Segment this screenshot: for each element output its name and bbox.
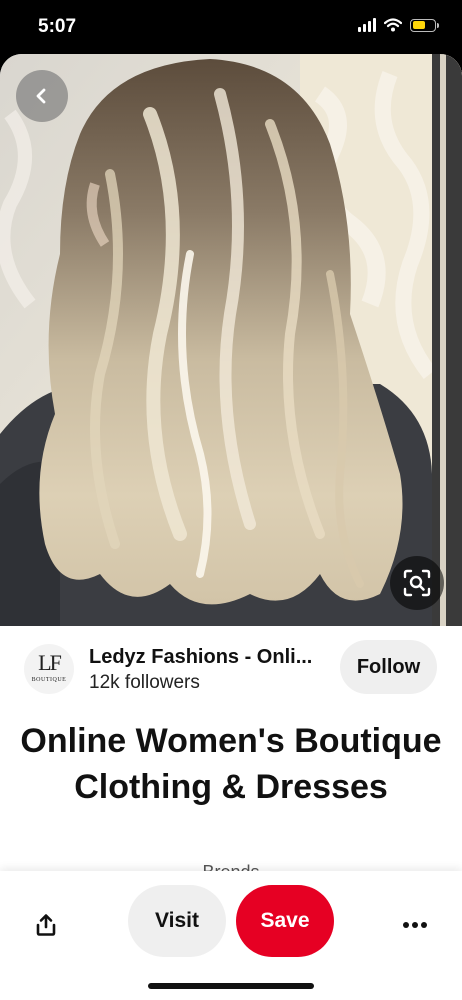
share-button[interactable] — [30, 909, 62, 941]
status-bar: 5:07 — [0, 0, 462, 56]
action-bar: Visit Save — [0, 871, 462, 1000]
cellular-signal-icon — [358, 18, 376, 32]
creator-followers: 12k followers — [89, 672, 200, 693]
visual-search-icon — [403, 569, 431, 597]
share-icon — [36, 914, 56, 936]
avatar-subtext: BOUTIQUE — [31, 677, 67, 683]
creator-name[interactable]: Ledyz Fashions - Onli... — [89, 646, 335, 669]
pin-card: LF BOUTIQUE Ledyz Fashions - Onli... 12k… — [0, 54, 462, 1000]
save-button[interactable]: Save — [236, 885, 334, 957]
back-button[interactable] — [16, 70, 68, 122]
status-icons — [358, 18, 439, 32]
follow-button[interactable]: Follow — [340, 640, 437, 694]
battery-icon — [410, 18, 439, 32]
status-time: 5:07 — [38, 16, 77, 37]
creator-avatar[interactable]: LF BOUTIQUE — [24, 644, 74, 694]
pin-image[interactable] — [0, 54, 462, 626]
visit-button[interactable]: Visit — [128, 885, 226, 957]
more-options-icon — [403, 922, 427, 928]
pin-title: Online Women's Boutique Clothing & Dress… — [20, 722, 442, 806]
visual-search-button[interactable] — [390, 556, 444, 610]
wifi-icon — [384, 18, 402, 32]
avatar-monogram: LF — [38, 650, 62, 675]
back-arrow-icon — [36, 88, 46, 104]
home-indicator — [148, 983, 314, 989]
more-options-button[interactable] — [398, 909, 432, 941]
creator-row: LF BOUTIQUE Ledyz Fashions - Onli... 12k… — [0, 640, 462, 698]
